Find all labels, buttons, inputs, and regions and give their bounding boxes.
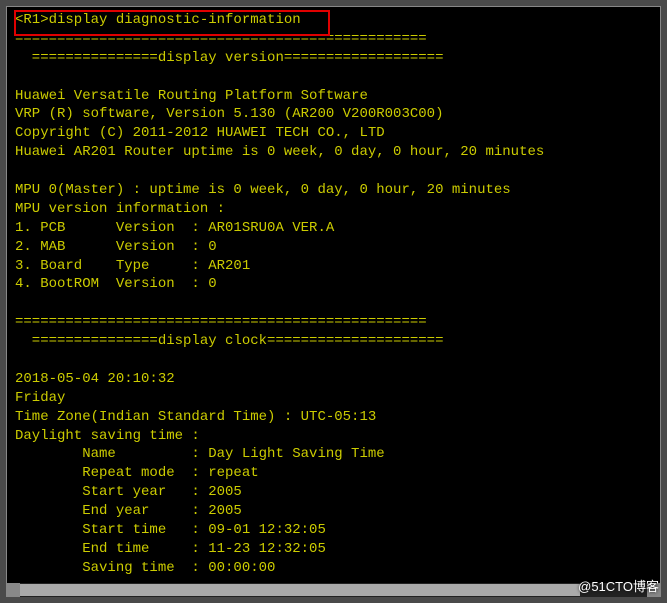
dst-header: Daylight saving time : xyxy=(15,428,200,444)
pcb-version: 1. PCB Version : AR01SRU0A VER.A xyxy=(15,220,334,236)
router-uptime: Huawei AR201 Router uptime is 0 week, 0 … xyxy=(15,144,544,160)
copyright: Copyright (C) 2011-2012 HUAWEI TECH CO.,… xyxy=(15,125,385,141)
mpu-header: MPU version information : xyxy=(15,201,225,217)
separator: ========================================… xyxy=(15,31,427,47)
prompt-line: <R1>display diagnostic-information xyxy=(15,12,301,28)
dst-end-time: End time : 11-23 12:32:05 xyxy=(15,541,326,557)
watermark: @51CTO博客 xyxy=(578,576,659,595)
section-prefix: =============== xyxy=(15,333,158,349)
dst-name: Name : Day Light Saving Time xyxy=(15,446,385,462)
separator: ========================================… xyxy=(15,314,427,330)
mab-version: 2. MAB Version : 0 xyxy=(15,239,217,255)
board-type: 3. Board Type : AR201 xyxy=(15,258,250,274)
software-name: Huawei Versatile Routing Platform Softwa… xyxy=(15,88,368,104)
section-suffix: ===================== xyxy=(267,333,443,349)
dst-end-year: End year : 2005 xyxy=(15,503,242,519)
dst-saving-time: Saving time : 00:00:00 xyxy=(15,560,275,576)
section-prefix: =============== xyxy=(15,50,158,66)
scroll-left-button[interactable] xyxy=(6,583,20,597)
scrollbar-thumb[interactable] xyxy=(20,584,580,596)
clock-day: Friday xyxy=(15,390,65,406)
clock-datetime: 2018-05-04 20:10:32 xyxy=(15,371,175,387)
dst-repeat: Repeat mode : repeat xyxy=(15,465,259,481)
section-header-version: display version xyxy=(158,50,284,66)
horizontal-scrollbar[interactable] xyxy=(6,583,661,597)
vrp-version: VRP (R) software, Version 5.130 (AR200 V… xyxy=(15,106,443,122)
dst-start-time: Start time : 09-01 12:32:05 xyxy=(15,522,326,538)
timezone: Time Zone(Indian Standard Time) : UTC-05… xyxy=(15,409,376,425)
terminal-output: <R1>display diagnostic-information =====… xyxy=(6,6,661,586)
mpu-uptime: MPU 0(Master) : uptime is 0 week, 0 day,… xyxy=(15,182,511,198)
section-header-clock: display clock xyxy=(158,333,267,349)
section-suffix: =================== xyxy=(284,50,444,66)
bootrom-version: 4. BootROM Version : 0 xyxy=(15,276,217,292)
dst-start-year: Start year : 2005 xyxy=(15,484,242,500)
